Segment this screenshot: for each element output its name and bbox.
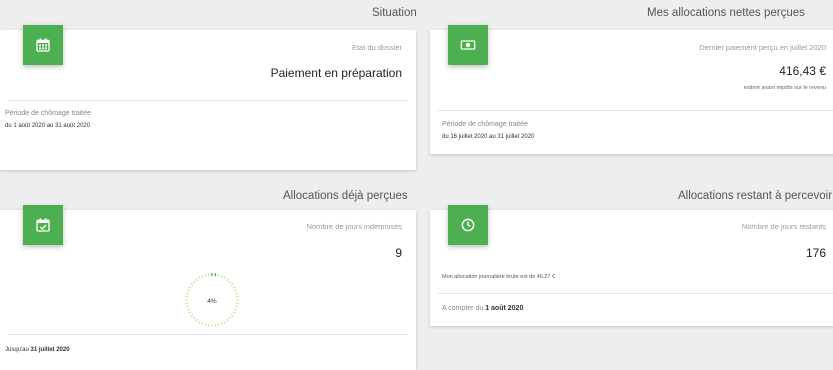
progress-tick	[186, 306, 189, 307]
progress-tick	[186, 293, 189, 294]
daily-allowance-note: Mon allocation journalière brute est de …	[442, 274, 555, 280]
progress-tick	[234, 290, 237, 291]
period-label: Période de chômage traitée	[5, 110, 91, 117]
progress-ring: 4%	[182, 270, 242, 330]
days-remaining-label: Nombre de jours restants	[742, 222, 826, 231]
progress-tick	[227, 319, 229, 321]
progress-tick	[205, 274, 206, 277]
dossier-status-value: Paiement en préparation	[271, 66, 402, 80]
allocations-card: Dernier paiement perçu en juillet 2020 4…	[430, 30, 833, 154]
progress-tick	[221, 322, 222, 325]
progress-tick	[196, 279, 198, 281]
progress-tick	[191, 284, 193, 286]
last-payment-amount: 416,43 €	[779, 64, 826, 78]
divider	[8, 100, 408, 101]
progress-tick	[199, 277, 201, 280]
progress-tick	[189, 287, 192, 289]
progress-tick	[202, 275, 203, 278]
progress-tick	[187, 309, 190, 310]
calendar-icon	[35, 37, 51, 53]
section-title-allocations-nettes: Mes allocations nettes perçues	[647, 7, 805, 19]
period-label: Période de chômage traitée	[442, 121, 528, 128]
progress-tick	[229, 281, 231, 283]
progress-text: 4%	[207, 298, 217, 305]
divider	[8, 334, 408, 335]
situation-icon-box	[23, 25, 63, 65]
days-paid-label: Nombre de jours indemnisés	[307, 222, 402, 231]
progress-tick	[227, 279, 229, 281]
until-prefix: Jusqu'au	[5, 347, 29, 353]
deja-icon-box	[23, 205, 63, 245]
progress-tick	[233, 312, 236, 314]
section-title-deja-percues: Allocations déjà perçues	[283, 190, 408, 202]
progress-tick	[234, 309, 237, 310]
restant-card: Nombre de jours restants 176 Mon allocat…	[430, 210, 833, 326]
clock-icon	[460, 217, 476, 233]
progress-tick	[191, 315, 193, 317]
progress-tick	[235, 306, 238, 307]
days-remaining-value: 176	[806, 246, 826, 260]
tax-note: estimé avant impôts sur le revenu	[744, 85, 826, 91]
start-prefix: A compter du	[442, 305, 483, 312]
progress-tick	[218, 323, 219, 326]
until-date-value: 31 juillet 2020	[31, 347, 70, 353]
progress-tick	[193, 317, 195, 319]
progress-tick	[231, 315, 233, 317]
progress-tick	[205, 323, 206, 326]
progress-tick	[233, 287, 236, 289]
section-title-restant: Allocations restant à percevoir	[678, 190, 832, 202]
progress-tick	[235, 293, 238, 294]
progress-tick	[196, 319, 198, 321]
progress-tick	[189, 312, 192, 314]
money-icon	[460, 37, 476, 53]
allocations-icon-box	[448, 25, 488, 65]
dossier-status-label: Etat du dossier	[352, 43, 402, 52]
start-date: A compter du 1 août 2020	[442, 305, 523, 312]
progress-tick	[224, 321, 226, 324]
period-value: du 1 août 2020 au 31 août 2020	[5, 123, 90, 129]
until-date: Jusqu'au 31 juillet 2020	[5, 347, 70, 353]
section-title-situation: Situation	[372, 7, 417, 19]
progress-tick	[202, 322, 203, 325]
progress-tick	[218, 274, 219, 277]
progress-tick	[224, 277, 226, 280]
divider	[438, 293, 833, 294]
period-value: du 16 juillet 2020 au 31 juillet 2020	[442, 134, 534, 140]
last-payment-label: Dernier paiement perçu en juillet 2020	[699, 43, 826, 52]
start-date-value: 1 août 2020	[485, 305, 523, 312]
progress-tick	[193, 281, 195, 283]
progress-tick	[221, 275, 222, 278]
calendar-check-icon	[35, 217, 51, 233]
days-paid-value: 9	[395, 246, 402, 260]
divider	[438, 110, 833, 111]
progress-tick	[231, 284, 233, 286]
progress-tick	[199, 321, 201, 324]
restant-icon-box	[448, 205, 488, 245]
progress-tick	[229, 317, 231, 319]
progress-tick	[187, 290, 190, 291]
